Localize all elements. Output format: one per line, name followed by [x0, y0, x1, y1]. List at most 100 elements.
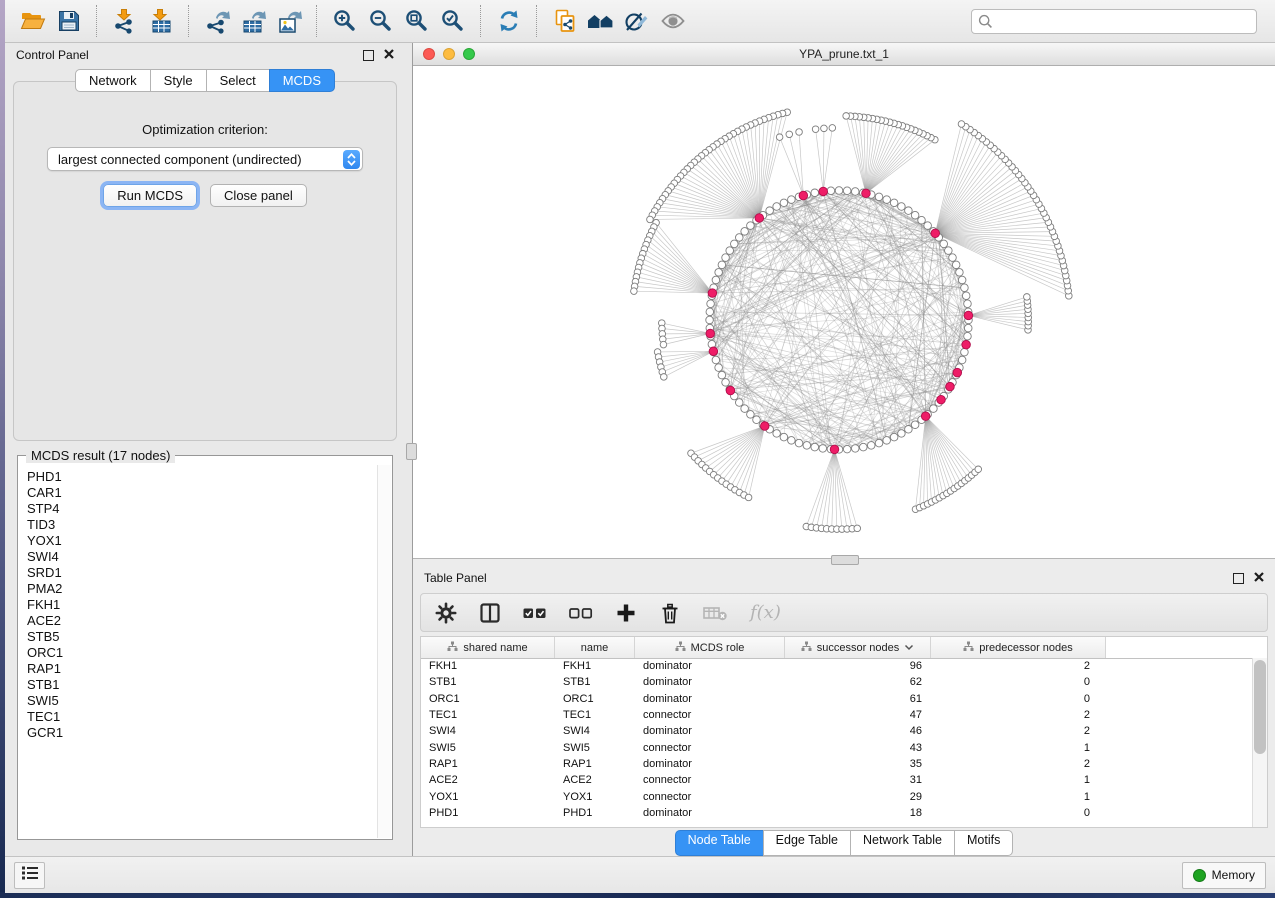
task-history-button[interactable] [14, 862, 45, 889]
vizmap-style-icon[interactable] [619, 3, 655, 39]
horizontal-splitter[interactable] [413, 558, 1275, 566]
table-row[interactable]: PHD1PHD1dominator180 [421, 805, 1253, 821]
apply-layout-icon[interactable] [491, 3, 527, 39]
float-panel-button[interactable] [363, 50, 374, 61]
toolbar-separator [96, 5, 98, 37]
cell-predecessor-nodes: 1 [931, 791, 1106, 803]
zoom-in-icon[interactable] [327, 3, 363, 39]
mcds-result-item[interactable]: STB1 [27, 677, 377, 693]
zoom-out-icon[interactable] [363, 3, 399, 39]
table-row[interactable]: TEC1TEC1connector472 [421, 707, 1253, 723]
zoom-fit-icon[interactable] [399, 3, 435, 39]
network-graph[interactable] [413, 66, 1275, 558]
show-hide-icon[interactable] [655, 3, 691, 39]
network-view-title: YPA_prune.txt_1 [799, 47, 889, 61]
show-columns-icon[interactable] [478, 601, 502, 625]
table-scrollbar-thumb[interactable] [1254, 660, 1266, 754]
tab-network-table[interactable]: Network Table [850, 830, 955, 856]
table-row[interactable]: SWI5SWI5connector431 [421, 739, 1253, 755]
select-all-columns-icon[interactable] [522, 601, 548, 625]
tab-style[interactable]: Style [150, 69, 207, 92]
save-session-icon[interactable] [51, 3, 87, 39]
mcds-result-item[interactable]: ACE2 [27, 613, 377, 629]
close-panel-button-mcds[interactable]: Close panel [210, 184, 307, 207]
tab-select[interactable]: Select [206, 69, 270, 92]
mcds-result-item[interactable]: ORC1 [27, 645, 377, 661]
mcds-result-item[interactable]: RAP1 [27, 661, 377, 677]
deselect-all-columns-icon[interactable] [568, 601, 594, 625]
table-row[interactable]: ORC1ORC1dominator610 [421, 691, 1253, 707]
network-overview-icon[interactable] [583, 3, 619, 39]
column-header-predecessor-nodes[interactable]: predecessor nodes [931, 637, 1106, 658]
table-settings-icon[interactable] [434, 601, 458, 625]
close-table-panel-button[interactable] [1254, 571, 1264, 585]
mcds-result-item[interactable]: YOX1 [27, 533, 377, 549]
control-panel-titlebar: Control Panel [5, 43, 405, 67]
export-network-icon[interactable] [199, 3, 235, 39]
table-row[interactable]: YOX1YOX1connector291 [421, 788, 1253, 804]
open-session-icon[interactable] [15, 3, 51, 39]
export-image-icon[interactable] [271, 3, 307, 39]
delete-column-icon[interactable] [658, 601, 682, 625]
column-header-shared-name[interactable]: shared name [421, 637, 555, 658]
zoom-selected-icon[interactable] [435, 3, 471, 39]
optimization-criterion-select[interactable]: largest connected component (undirected) [47, 147, 363, 171]
table-row[interactable]: SWI4SWI4dominator462 [421, 723, 1253, 739]
tab-node-table[interactable]: Node Table [675, 830, 764, 856]
mcds-list-scrollbar[interactable] [377, 465, 391, 838]
import-network-icon[interactable] [107, 3, 143, 39]
table-row[interactable]: RAP1RAP1dominator352 [421, 756, 1253, 772]
export-table-icon[interactable] [235, 3, 271, 39]
tab-mcds[interactable]: MCDS [269, 69, 335, 92]
memory-status-icon [1193, 869, 1206, 882]
memory-button[interactable]: Memory [1182, 862, 1266, 889]
mcds-result-item[interactable]: CAR1 [27, 485, 377, 501]
mcds-result-item[interactable]: GCR1 [27, 725, 377, 741]
table-row[interactable]: STB1STB1dominator620 [421, 674, 1253, 690]
mcds-result-item[interactable]: SRD1 [27, 565, 377, 581]
cell-successor-nodes: 18 [785, 807, 931, 819]
search-input[interactable] [971, 9, 1257, 34]
import-table-icon[interactable] [143, 3, 179, 39]
run-mcds-button[interactable]: Run MCDS [103, 184, 197, 207]
cell-shared-name: YOX1 [421, 791, 555, 803]
mcds-result-item[interactable]: SWI5 [27, 693, 377, 709]
vertical-splitter[interactable] [405, 43, 413, 856]
vertical-splitter-grip[interactable] [406, 443, 417, 460]
column-header-name[interactable]: name [555, 637, 635, 658]
column-header-successor-nodes[interactable]: successor nodes [785, 637, 931, 658]
duplicate-network-icon[interactable] [547, 3, 583, 39]
mcds-result-item[interactable]: PMA2 [27, 581, 377, 597]
cytoscape-window: Control Panel NetworkStyleSelectMCDS Opt… [5, 0, 1275, 893]
table-scrollbar[interactable] [1252, 658, 1267, 827]
delete-table-icon [702, 601, 730, 625]
mcds-result-item[interactable]: STB5 [27, 629, 377, 645]
mcds-result-item[interactable]: STP4 [27, 501, 377, 517]
tab-edge-table[interactable]: Edge Table [763, 830, 851, 856]
tab-network[interactable]: Network [75, 69, 151, 92]
cell-predecessor-nodes: 0 [931, 807, 1106, 819]
table-row[interactable]: FKH1FKH1dominator962 [421, 658, 1253, 674]
mcds-result-item[interactable]: FKH1 [27, 597, 377, 613]
column-type-icon [675, 641, 686, 655]
add-column-icon[interactable] [614, 601, 638, 625]
cell-shared-name: SWI5 [421, 742, 555, 754]
float-table-panel-button[interactable] [1233, 573, 1244, 584]
mcds-result-item[interactable]: TID3 [27, 517, 377, 533]
close-window-icon[interactable] [423, 48, 435, 60]
network-canvas[interactable] [413, 66, 1275, 558]
minimize-window-icon[interactable] [443, 48, 455, 60]
cell-predecessor-nodes: 1 [931, 742, 1106, 754]
tab-motifs[interactable]: Motifs [954, 830, 1013, 856]
close-panel-button[interactable] [384, 48, 394, 62]
mcds-result-item[interactable]: TEC1 [27, 709, 377, 725]
column-header-mcds-role[interactable]: MCDS role [635, 637, 785, 658]
horizontal-splitter-grip[interactable] [831, 555, 859, 565]
table-panel-tabs: Node TableEdge TableNetwork TableMotifs [413, 828, 1275, 856]
table-row[interactable]: ACE2ACE2connector311 [421, 772, 1253, 788]
mcds-result-item[interactable]: PHD1 [27, 469, 377, 485]
network-view-titlebar: YPA_prune.txt_1 [413, 43, 1275, 66]
column-type-icon [447, 641, 458, 655]
mcds-result-item[interactable]: SWI4 [27, 549, 377, 565]
maximize-window-icon[interactable] [463, 48, 475, 60]
